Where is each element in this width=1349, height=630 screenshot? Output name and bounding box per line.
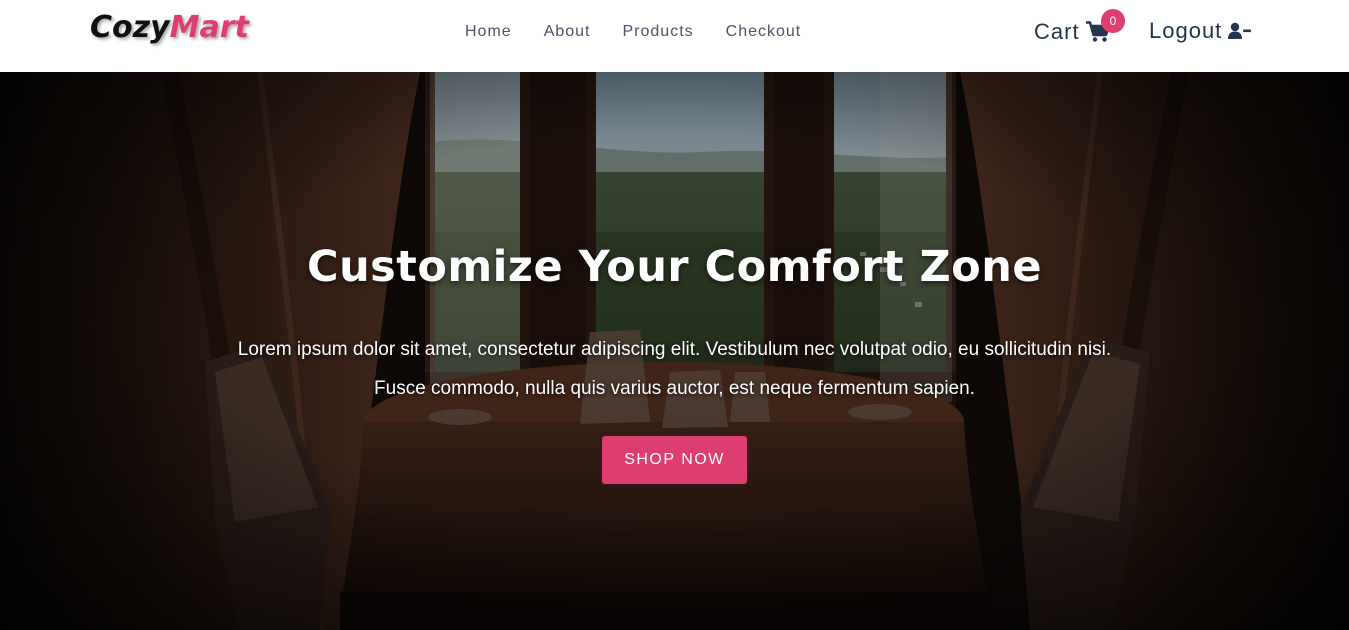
hero-description: Lorem ipsum dolor sit amet, consectetur …: [237, 339, 1112, 399]
nav-about[interactable]: About: [544, 23, 591, 41]
navbar: CozyMart Home About Products Checkout Ca…: [0, 0, 1349, 72]
nav-products[interactable]: Products: [623, 23, 694, 41]
hero-section: Customize Your Comfort Zone Lorem ipsum …: [0, 72, 1349, 630]
hero-title: Customize Your Comfort Zone: [307, 242, 1042, 292]
cart-count-badge: 0: [1101, 9, 1125, 33]
nav-checkout[interactable]: Checkout: [726, 23, 802, 41]
nav-home[interactable]: Home: [465, 23, 512, 41]
brand-part-1: Cozy: [90, 10, 170, 45]
hero-content: Customize Your Comfort Zone Lorem ipsum …: [0, 72, 1349, 630]
brand-part-2: Mart: [169, 10, 249, 45]
shop-now-button[interactable]: SHOP NOW: [602, 436, 747, 484]
logout-label: Logout: [1149, 18, 1223, 43]
logout-link[interactable]: Logout: [1149, 18, 1252, 44]
cart-link[interactable]: Cart: [1034, 19, 1110, 45]
user-minus-icon: [1228, 22, 1252, 39]
brand-logo[interactable]: CozyMart: [90, 10, 249, 45]
cart-label: Cart: [1034, 19, 1080, 44]
main-nav: Home About Products Checkout: [465, 23, 833, 41]
